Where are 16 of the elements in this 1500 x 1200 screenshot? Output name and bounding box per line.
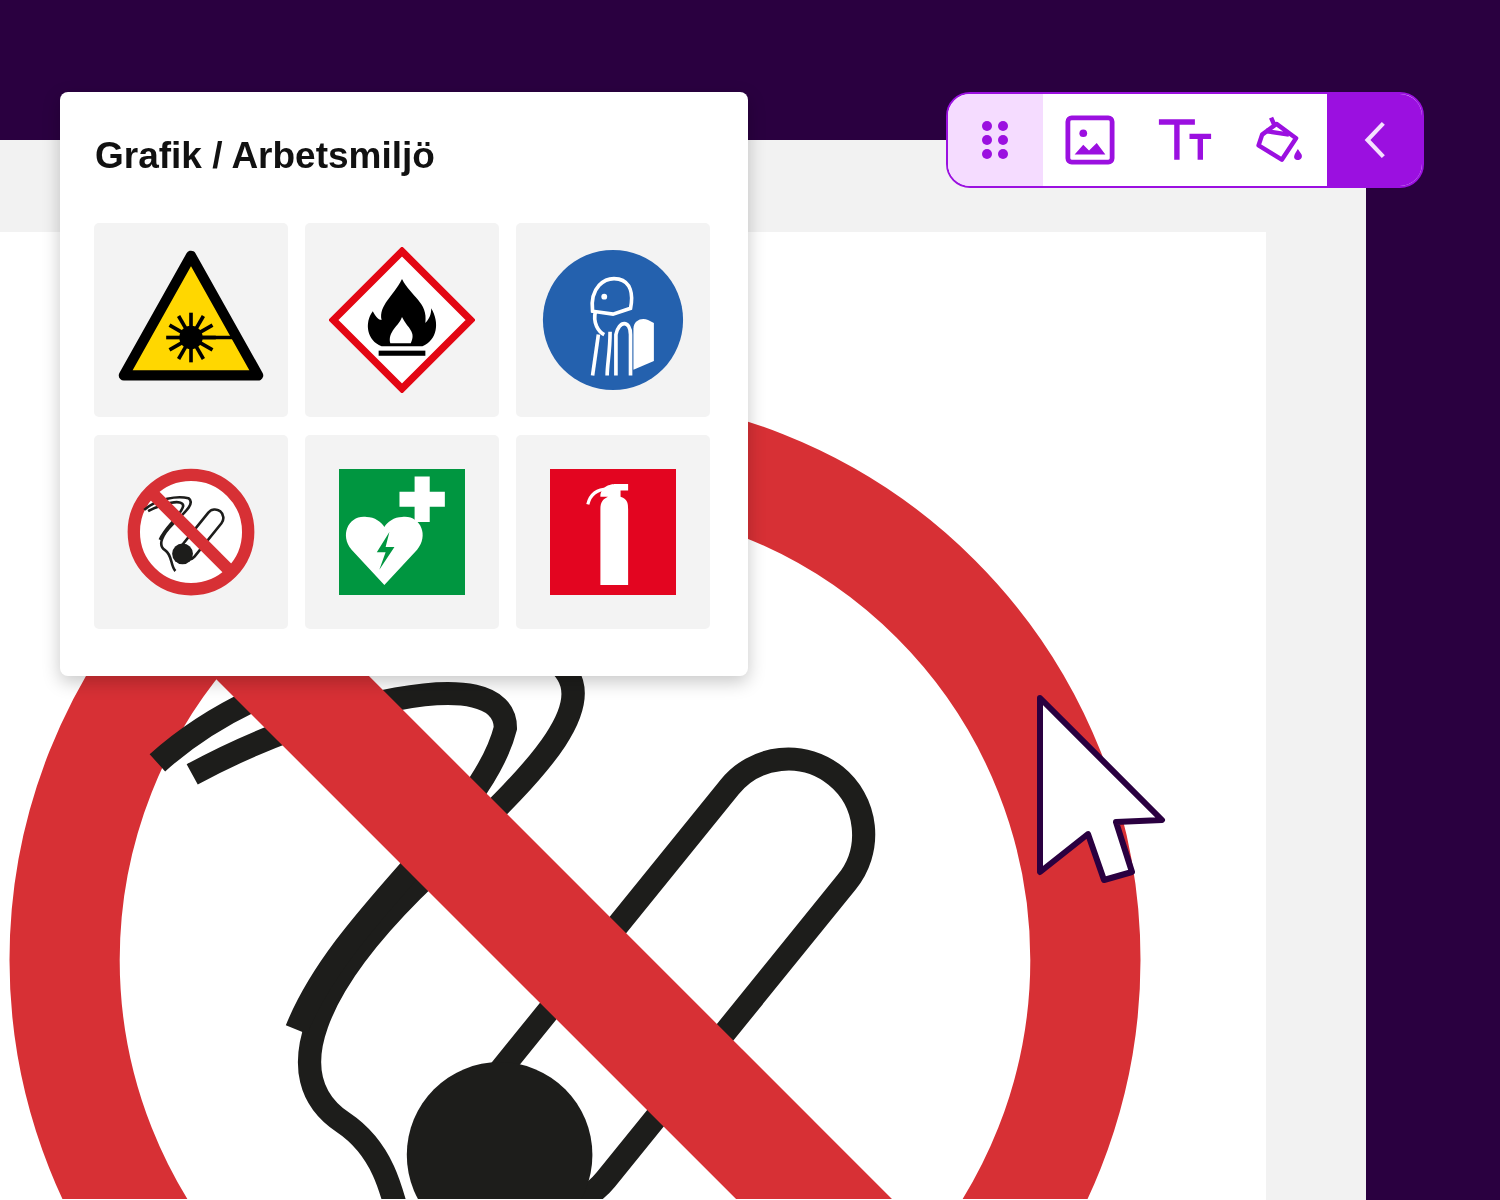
image-icon: [1063, 115, 1118, 165]
sign-tile[interactable]: [305, 222, 499, 417]
sign-tile[interactable]: [94, 434, 288, 629]
sign-tile[interactable]: [516, 222, 710, 417]
sign-tile[interactable]: [94, 222, 288, 417]
drag-handle[interactable]: [948, 94, 1043, 186]
drag-dots-icon: [981, 120, 1010, 160]
collapse-button[interactable]: [1327, 94, 1422, 186]
no-smoking-icon: [126, 466, 256, 597]
flame-diamond-icon: [329, 246, 475, 393]
mouse-pointer-icon: [1036, 694, 1166, 884]
sign-tile[interactable]: [516, 434, 710, 629]
sign-tile[interactable]: [305, 434, 499, 629]
panel-title: Grafik / Arbetsmiljö: [95, 136, 436, 177]
fire-extinguisher-icon: [550, 468, 676, 595]
defibrillator-icon: [339, 468, 465, 595]
